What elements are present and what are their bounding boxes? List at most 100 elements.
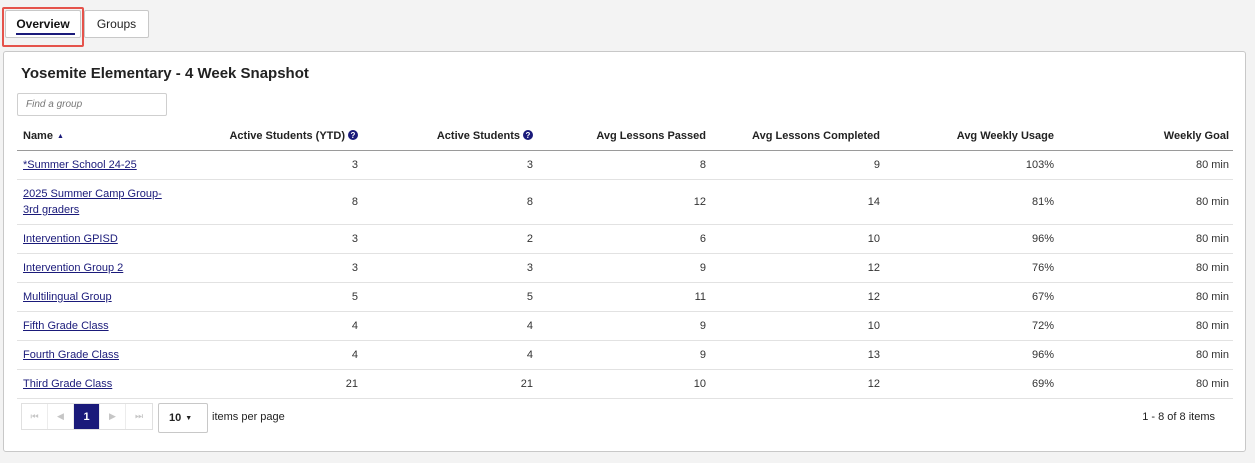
group-name-cell: 2025 Summer Camp Group-3rd graders [17,179,167,225]
active-cell: 2 [362,224,537,254]
column-header-avg-usage[interactable]: Avg Weekly Usage [884,122,1058,151]
table-row: Third Grade Class 21 21 10 12 69% 80 min [17,369,1233,399]
group-link[interactable]: Fifth Grade Class [23,320,109,332]
avg-usage-cell: 67% [884,282,1058,312]
sort-ascending-icon: ▲ [56,132,64,140]
avg-usage-cell: 103% [884,150,1058,180]
column-header-weekly-goal[interactable]: Weekly Goal [1058,122,1233,151]
active-cell: 8 [362,179,537,225]
active-ytd-cell: 21 [167,369,362,399]
group-link[interactable]: 2025 Summer Camp Group-3rd graders [23,188,162,216]
table-row: Intervention Group 2 3 3 9 12 76% 80 min [17,253,1233,283]
group-name-cell: Multilingual Group [17,282,167,312]
pagination-range: 1 - 8 of 8 items [1142,411,1215,423]
caret-down-icon: ▼ [185,414,193,422]
weekly-goal-cell: 80 min [1058,179,1233,225]
pagination: ⏮ ◀ 1 ▶ ⏭ [21,403,153,430]
group-link[interactable]: Multilingual Group [23,291,112,303]
group-link[interactable]: Intervention Group 2 [23,262,123,274]
avg-passed-cell: 8 [537,150,710,180]
weekly-goal-cell: 80 min [1058,150,1233,180]
column-header-avg-usage-label: Avg Weekly Usage [956,129,1054,142]
weekly-goal-cell: 80 min [1058,224,1233,254]
avg-completed-cell: 10 [710,224,884,254]
active-cell: 3 [362,150,537,180]
page-title: Yosemite Elementary - 4 Week Snapshot [21,65,309,82]
group-name-cell: Fifth Grade Class [17,311,167,341]
avg-passed-cell: 10 [537,369,710,399]
column-header-avg-passed[interactable]: Avg Lessons Passed [537,122,710,151]
weekly-goal-cell: 80 min [1058,311,1233,341]
help-icon[interactable]: ? [348,130,358,141]
avg-completed-cell: 12 [710,369,884,399]
weekly-goal-cell: 80 min [1058,340,1233,370]
table-row: Multilingual Group 5 5 11 12 67% 80 min [17,282,1233,312]
table-row: Fourth Grade Class 4 4 9 13 96% 80 min [17,340,1233,370]
group-name-cell: Third Grade Class [17,369,167,399]
current-page-button[interactable]: 1 [74,404,100,429]
avg-usage-cell: 81% [884,179,1058,225]
tab-overview-label: Overview [16,17,70,31]
tab-groups[interactable]: Groups [84,10,149,38]
weekly-goal-cell: 80 min [1058,253,1233,283]
group-name-cell: Fourth Grade Class [17,340,167,370]
avg-passed-cell: 9 [537,253,710,283]
group-link[interactable]: Fourth Grade Class [23,349,119,361]
active-ytd-cell: 3 [167,150,362,180]
active-ytd-cell: 3 [167,253,362,283]
avg-passed-cell: 9 [537,311,710,341]
group-name-cell: *Summer School 24-25 [17,150,167,180]
group-link[interactable]: Third Grade Class [23,378,112,390]
items-per-page-label: items per page [212,411,285,423]
column-header-active[interactable]: Active Students? [362,122,537,151]
column-header-active-label: Active Students [436,129,520,142]
avg-usage-cell: 72% [884,311,1058,341]
column-header-avg-passed-label: Avg Lessons Passed [596,129,706,142]
active-ytd-cell: 8 [167,179,362,225]
items-per-page-select[interactable]: 10 ▼ [158,403,208,433]
last-page-icon[interactable]: ⏭ [126,404,152,429]
active-ytd-cell: 4 [167,340,362,370]
active-cell: 4 [362,311,537,341]
column-header-name[interactable]: Name ▲ [17,122,167,151]
avg-completed-cell: 13 [710,340,884,370]
table-row: Fifth Grade Class 4 4 9 10 72% 80 min [17,311,1233,341]
group-name-cell: Intervention Group 2 [17,253,167,283]
table-row: 2025 Summer Camp Group-3rd graders 8 8 1… [17,179,1233,225]
table-header-row: Name ▲ Active Students (YTD)? Active Stud… [17,122,1233,151]
avg-completed-cell: 12 [710,253,884,283]
active-ytd-cell: 5 [167,282,362,312]
avg-passed-cell: 12 [537,179,710,225]
next-page-icon[interactable]: ▶ [100,404,126,429]
column-header-avg-completed-label: Avg Lessons Completed [752,129,880,142]
avg-usage-cell: 96% [884,224,1058,254]
active-tab-indicator [16,33,75,35]
weekly-goal-cell: 80 min [1058,282,1233,312]
avg-completed-cell: 12 [710,282,884,312]
snapshot-panel: Yosemite Elementary - 4 Week Snapshot Na… [3,51,1246,452]
group-link[interactable]: *Summer School 24-25 [23,159,137,171]
column-header-active-ytd[interactable]: Active Students (YTD)? [167,122,362,151]
avg-passed-cell: 11 [537,282,710,312]
tab-groups-label: Groups [96,17,137,31]
group-name-cell: Intervention GPISD [17,224,167,254]
groups-table: Name ▲ Active Students (YTD)? Active Stud… [17,122,1233,399]
items-per-page-value: 10 [169,412,182,424]
avg-usage-cell: 69% [884,369,1058,399]
avg-completed-cell: 10 [710,311,884,341]
active-ytd-cell: 3 [167,224,362,254]
first-page-icon[interactable]: ⏮ [22,404,48,429]
group-link[interactable]: Intervention GPISD [23,233,118,245]
prev-page-icon[interactable]: ◀ [48,404,74,429]
active-cell: 4 [362,340,537,370]
group-search-input[interactable] [17,93,167,116]
table-row: *Summer School 24-25 3 3 8 9 103% 80 min [17,150,1233,180]
help-icon[interactable]: ? [523,130,533,141]
tab-overview[interactable]: Overview [5,10,81,38]
avg-usage-cell: 76% [884,253,1058,283]
table-row: Intervention GPISD 3 2 6 10 96% 80 min [17,224,1233,254]
column-header-avg-completed[interactable]: Avg Lessons Completed [710,122,884,151]
column-header-weekly-goal-label: Weekly Goal [1163,129,1229,142]
column-header-name-label: Name [23,129,53,142]
avg-completed-cell: 9 [710,150,884,180]
